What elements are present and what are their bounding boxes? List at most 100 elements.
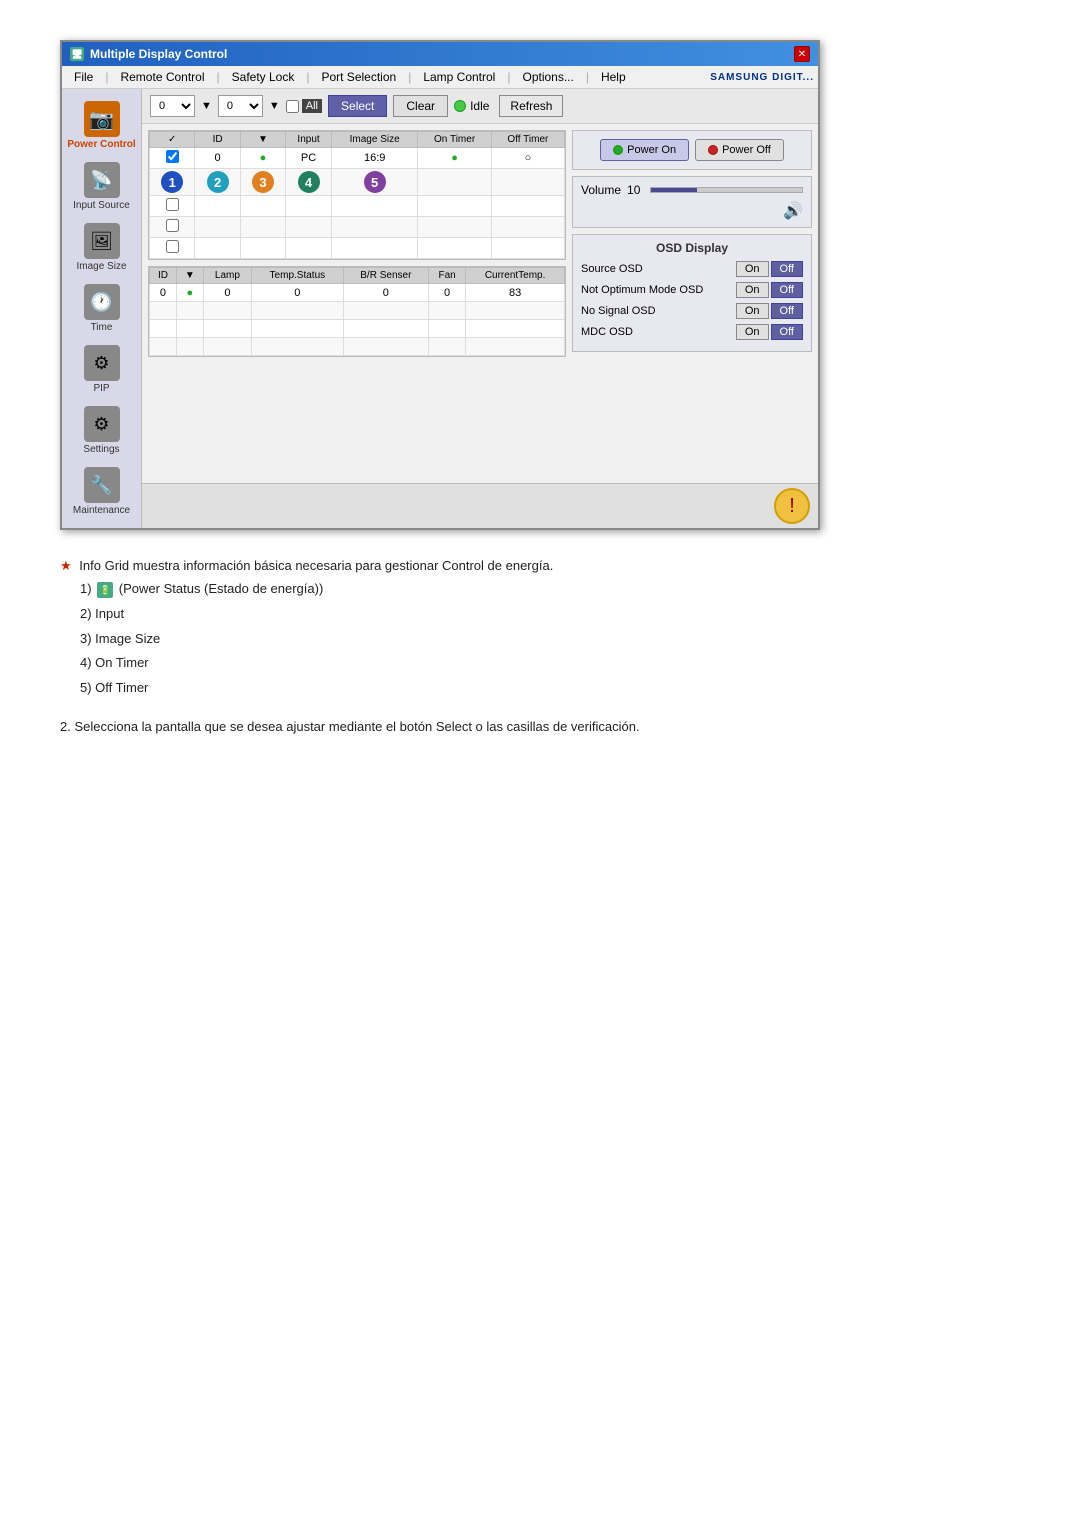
col-header-lamp: ▼ (240, 132, 285, 148)
volume-label: Volume (581, 183, 621, 197)
osd-mdc-off[interactable]: Off (771, 324, 803, 340)
col-header-input: Input (286, 132, 332, 148)
status-bar: ! (142, 483, 818, 528)
sidebar-label-image-size: Image Size (76, 261, 126, 272)
all-checkbox[interactable] (286, 100, 299, 113)
info-star-text: ★ Info Grid muestra información básica n… (60, 554, 1020, 577)
menu-lamp-control[interactable]: Lamp Control (415, 68, 503, 86)
sidebar-item-maintenance[interactable]: 🔧 Maintenance (62, 463, 141, 520)
id-selector-2[interactable]: 012 (218, 95, 263, 117)
input-source-icon: 📡 (84, 162, 120, 198)
menu-remote-control[interactable]: Remote Control (112, 68, 212, 86)
bottom-grid: ID ▼ Lamp Temp.Status B/R Senser Fan Cur… (149, 267, 565, 356)
top-grid-container: ✓ ID ▼ Input Image Size On Timer Off Tim… (148, 130, 566, 260)
refresh-button[interactable]: Refresh (499, 95, 563, 117)
volume-row: Volume 10 (581, 183, 803, 197)
osd-label-not-optimum: Not Optimum Mode OSD (581, 284, 736, 296)
maintenance-icon: 🔧 (84, 467, 120, 503)
osd-row-no-signal: No Signal OSD On Off (581, 303, 803, 319)
menu-file[interactable]: File (66, 68, 101, 86)
right-control: Power On Power Off Volume 10 (572, 130, 812, 477)
table-row: 0 ● 0 0 0 0 83 (150, 284, 565, 302)
id-selector-1[interactable]: 012 (150, 95, 195, 117)
sidebar-item-pip[interactable]: ⚙ PIP (62, 341, 141, 398)
menu-port-selection[interactable]: Port Selection (313, 68, 404, 86)
idle-status: Idle (454, 99, 489, 113)
osd-btns-source: On Off (736, 261, 803, 277)
menu-options[interactable]: Options... (514, 68, 581, 86)
table-row: 1 2 3 4 (150, 169, 565, 196)
info-note: 2. Selecciona la pantalla que se desea a… (60, 715, 1020, 738)
sidebar-label-maintenance: Maintenance (73, 505, 130, 516)
row-checkbox-2[interactable] (166, 198, 179, 211)
volume-fill (651, 188, 696, 192)
right-panel: 012 ▼ 012 ▼ All Select Clear Idl (142, 89, 818, 528)
circle-1: 1 (161, 171, 183, 193)
col-header-on-timer: On Timer (418, 132, 491, 148)
table-row (150, 302, 565, 320)
power-status-icon: 🔋 (97, 582, 113, 598)
osd-source-on[interactable]: On (736, 261, 769, 277)
window: 🖥 Multiple Display Control ✕ File | Remo… (60, 40, 820, 530)
sidebar-label-input-source: Input Source (73, 200, 130, 211)
col-header-off-timer: Off Timer (491, 132, 564, 148)
col-header-check: ✓ (150, 132, 195, 148)
power-off-button[interactable]: Power Off (695, 139, 784, 161)
sidebar-item-settings[interactable]: ⚙ Settings (62, 402, 141, 459)
info-item-1: 1) 🔋 (Power Status (Estado de energía)) (80, 577, 1020, 602)
samsung-logo: SAMSUNG DIGIT... (710, 72, 814, 83)
volume-section: Volume 10 🔊 (572, 176, 812, 228)
table-row (150, 217, 565, 238)
info-section: ★ Info Grid muestra información básica n… (60, 554, 1020, 738)
col-header-id: ID (195, 132, 240, 148)
sidebar-label-settings: Settings (83, 444, 119, 455)
osd-no-signal-off[interactable]: Off (771, 303, 803, 319)
top-grid: ✓ ID ▼ Input Image Size On Timer Off Tim… (149, 131, 565, 259)
table-row (150, 338, 565, 356)
sidebar-item-image-size[interactable]: 🖼 Image Size (62, 219, 141, 276)
row-checkbox-4[interactable] (166, 240, 179, 253)
osd-not-optimum-off[interactable]: Off (771, 282, 803, 298)
toolbar: 012 ▼ 012 ▼ All Select Clear Idl (142, 89, 818, 124)
osd-not-optimum-on[interactable]: On (736, 282, 769, 298)
osd-btns-mdc: On Off (736, 324, 803, 340)
select-button[interactable]: Select (328, 95, 387, 117)
row-checkbox-3[interactable] (166, 219, 179, 232)
volume-icon-row: 🔊 (581, 201, 803, 221)
osd-source-off[interactable]: Off (771, 261, 803, 277)
circle-3: 3 (252, 171, 274, 193)
osd-label-mdc: MDC OSD (581, 326, 736, 338)
time-icon: 🕐 (84, 284, 120, 320)
info-item-5: 5) Off Timer (80, 676, 1020, 701)
idle-dot (454, 100, 466, 112)
col-header-image-size: Image Size (331, 132, 417, 148)
row-checkbox-0[interactable] (166, 150, 179, 163)
osd-no-signal-on[interactable]: On (736, 303, 769, 319)
osd-btns-no-signal: On Off (736, 303, 803, 319)
pip-icon: ⚙ (84, 345, 120, 381)
title-bar-left: 🖥 Multiple Display Control (70, 47, 227, 61)
osd-label-source: Source OSD (581, 263, 736, 275)
sidebar-item-power-control[interactable]: 📷 Power Control (62, 97, 141, 154)
sidebar-item-input-source[interactable]: 📡 Input Source (62, 158, 141, 215)
bottom-grid-container: ID ▼ Lamp Temp.Status B/R Senser Fan Cur… (148, 266, 566, 357)
sidebar-item-time[interactable]: 🕐 Time (62, 280, 141, 337)
close-button[interactable]: ✕ (794, 46, 810, 62)
menu-help[interactable]: Help (593, 68, 634, 86)
image-size-icon: 🖼 (84, 223, 120, 259)
bcol-br-sensor: B/R Senser (343, 268, 428, 284)
clear-button[interactable]: Clear (393, 95, 448, 117)
menu-safety-lock[interactable]: Safety Lock (224, 68, 303, 86)
menu-bar: File | Remote Control | Safety Lock | Po… (62, 66, 818, 89)
power-section: Power On Power Off (572, 130, 812, 170)
volume-slider[interactable] (650, 187, 803, 193)
osd-label-no-signal: No Signal OSD (581, 305, 736, 317)
power-on-button[interactable]: Power On (600, 139, 689, 161)
osd-section: OSD Display Source OSD On Off Not Optimu… (572, 234, 812, 352)
info-item-3: 3) Image Size (80, 627, 1020, 652)
all-checkbox-container: All (286, 99, 322, 113)
osd-row-not-optimum: Not Optimum Mode OSD On Off (581, 282, 803, 298)
osd-mdc-on[interactable]: On (736, 324, 769, 340)
power-off-dot (708, 145, 718, 155)
title-bar: 🖥 Multiple Display Control ✕ (62, 42, 818, 66)
